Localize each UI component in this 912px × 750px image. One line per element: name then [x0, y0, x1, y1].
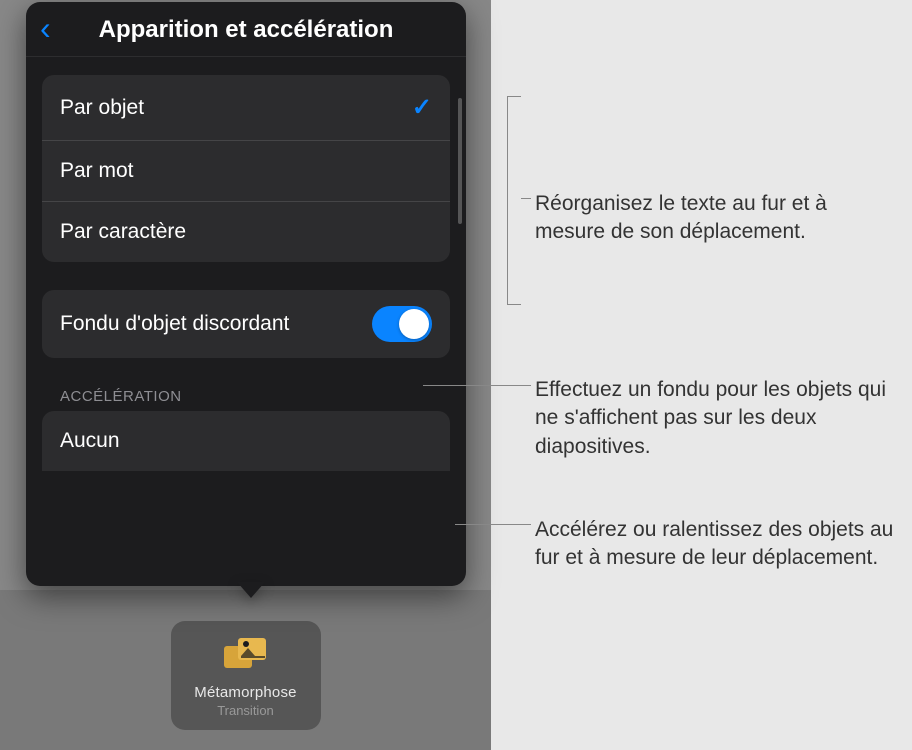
fade-unmatched-row: Fondu d'objet discordant — [42, 290, 450, 358]
callout-line — [521, 198, 531, 199]
option-by-character[interactable]: Par caractère — [42, 202, 450, 262]
transition-options-popover: ‹ Apparition et accélération Par objet ✓… — [26, 2, 466, 586]
option-by-word[interactable]: Par mot — [42, 141, 450, 202]
switch-knob — [399, 309, 429, 339]
phone-background: Métamorphose Transition ‹ Apparition et … — [0, 0, 491, 750]
option-label: Par objet — [60, 96, 144, 120]
option-by-object[interactable]: Par objet ✓ — [42, 75, 450, 141]
popover-body: Par objet ✓ Par mot Par caractère Fondu … — [26, 75, 466, 471]
callout-bracket — [507, 96, 508, 304]
callout-fade: Effectuez un fondu pour les objets qui n… — [535, 376, 895, 461]
callout-line — [423, 385, 531, 386]
popover-title: Apparition et accélération — [42, 16, 450, 44]
option-label: Par mot — [60, 159, 134, 183]
fade-toggle-label: Fondu d'objet discordant — [60, 310, 289, 337]
scrollbar[interactable] — [458, 98, 462, 224]
callout-line — [455, 524, 531, 525]
transition-subtitle: Transition — [181, 703, 311, 718]
callout-bracket — [507, 96, 521, 97]
fade-toggle-group: Fondu d'objet discordant — [42, 290, 450, 358]
callout-bracket — [507, 304, 521, 305]
check-icon: ✓ — [412, 93, 432, 122]
magic-move-icon — [221, 636, 271, 676]
callout-text-reorg: Réorganisez le texte au fur et à mesure … — [535, 190, 875, 247]
acceleration-value: Aucun — [60, 429, 120, 453]
acceleration-none-row[interactable]: Aucun — [42, 411, 450, 471]
callout-acceleration: Accélérez ou ralentissez des objets au f… — [535, 516, 895, 573]
back-chevron-icon[interactable]: ‹ — [40, 10, 51, 47]
acceleration-group: Aucun — [42, 411, 450, 471]
delivery-options-group: Par objet ✓ Par mot Par caractère — [42, 75, 450, 262]
acceleration-section-header: ACCÉLÉRATION — [60, 388, 450, 405]
popover-tail — [237, 582, 265, 598]
transition-badge[interactable]: Métamorphose Transition — [171, 621, 321, 730]
transition-name: Métamorphose — [181, 684, 311, 701]
fade-toggle-switch[interactable] — [372, 306, 432, 342]
option-label: Par caractère — [60, 220, 186, 244]
popover-header: ‹ Apparition et accélération — [26, 2, 466, 57]
